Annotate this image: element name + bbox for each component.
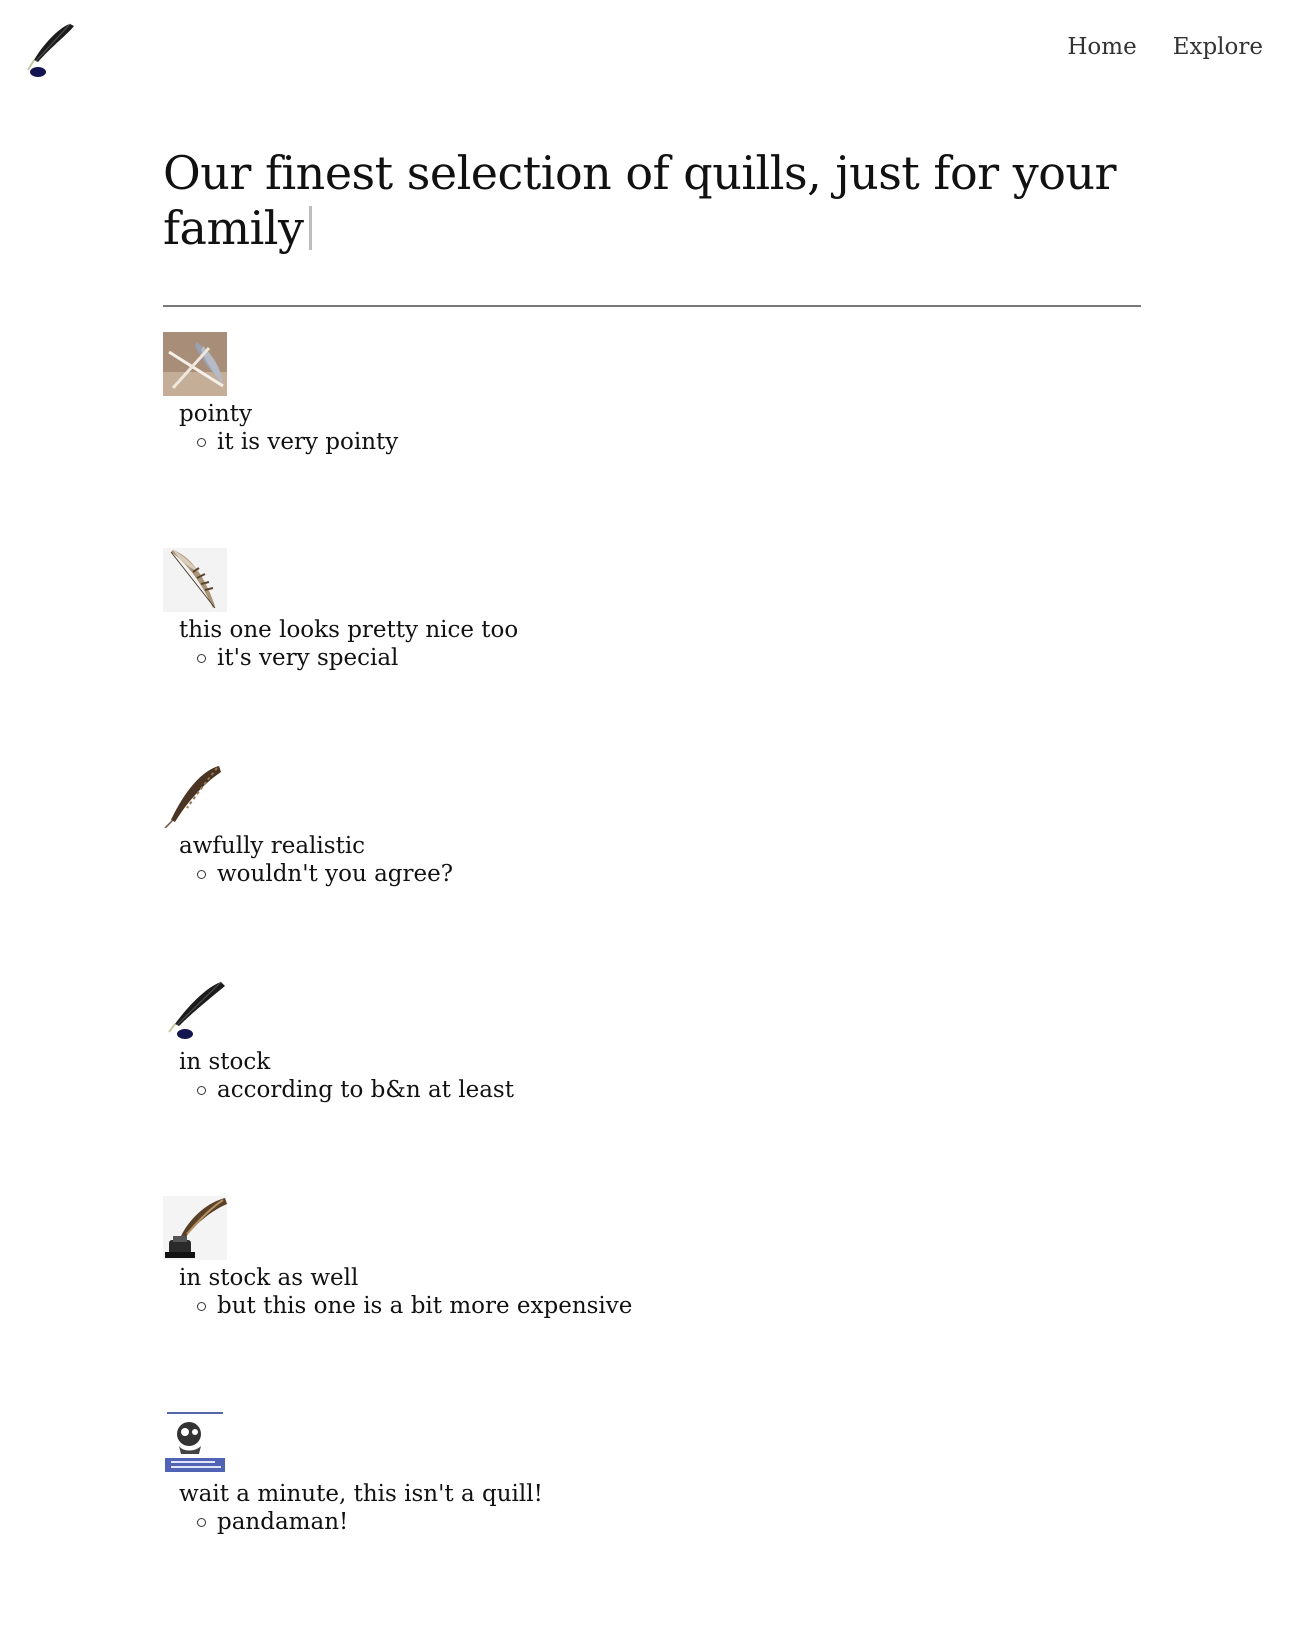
book-cover-image-icon[interactable] xyxy=(163,1412,227,1476)
item-detail: it's very special xyxy=(197,644,398,672)
item-title: this one looks pretty nice too xyxy=(179,617,519,643)
item-detail: according to b&n at least xyxy=(197,1076,514,1104)
circle-bullet-icon xyxy=(197,1517,206,1527)
item-detail-text: according to b&n at least xyxy=(217,1077,514,1103)
list-item: in stock according to b&n at least xyxy=(163,980,1141,1196)
item-title: pointy xyxy=(179,401,252,427)
page-title-text: Our finest selection of quills, just for… xyxy=(163,146,1117,255)
list-item: in stock as well but this one is a bit m… xyxy=(163,1196,1141,1412)
main-nav: Home Explore xyxy=(1067,34,1263,60)
circle-bullet-icon xyxy=(197,437,206,447)
list-item: wait a minute, this isn't a quill! panda… xyxy=(163,1412,1141,1628)
circle-bullet-icon xyxy=(197,1301,206,1311)
quill-inkwell-photo-icon[interactable] xyxy=(163,1196,227,1260)
list-item: awfully realistic wouldn't you agree? xyxy=(163,764,1141,980)
page-title: Our finest selection of quills, just for… xyxy=(163,146,1153,256)
item-detail: but this one is a bit more expensive xyxy=(197,1292,632,1320)
nav-home-link[interactable]: Home xyxy=(1067,34,1136,60)
item-detail-text: it is very pointy xyxy=(217,429,399,455)
quill-logo-icon[interactable] xyxy=(24,20,76,80)
circle-bullet-icon xyxy=(197,1085,206,1095)
item-title: in stock as well xyxy=(179,1265,359,1291)
striped-feather-photo-icon[interactable] xyxy=(163,548,227,612)
item-detail: it is very pointy xyxy=(197,428,398,456)
item-detail: wouldn't you agree? xyxy=(197,860,453,888)
divider xyxy=(163,305,1141,307)
list-item: this one looks pretty nice too it's very… xyxy=(163,548,1141,764)
list-item: pointy it is very pointy xyxy=(163,332,1141,548)
black-quill-ink-icon[interactable] xyxy=(163,980,227,1044)
item-title: in stock xyxy=(179,1049,271,1075)
item-detail-text: wouldn't you agree? xyxy=(217,861,454,887)
circle-bullet-icon xyxy=(197,653,206,663)
product-list: pointy it is very pointy this one looks … xyxy=(163,332,1141,1628)
item-detail: pandaman! xyxy=(197,1508,348,1536)
circle-bullet-icon xyxy=(197,869,206,879)
white-quills-photo-icon[interactable] xyxy=(163,332,227,396)
brown-feather-photo-icon[interactable] xyxy=(163,764,227,828)
item-detail-text: pandaman! xyxy=(217,1509,349,1535)
item-title: wait a minute, this isn't a quill! xyxy=(179,1481,543,1507)
item-detail-text: it's very special xyxy=(217,645,399,671)
item-title: awfully realistic xyxy=(179,833,366,859)
text-cursor xyxy=(309,206,313,250)
nav-explore-link[interactable]: Explore xyxy=(1173,34,1263,60)
item-detail-text: but this one is a bit more expensive xyxy=(217,1293,633,1319)
